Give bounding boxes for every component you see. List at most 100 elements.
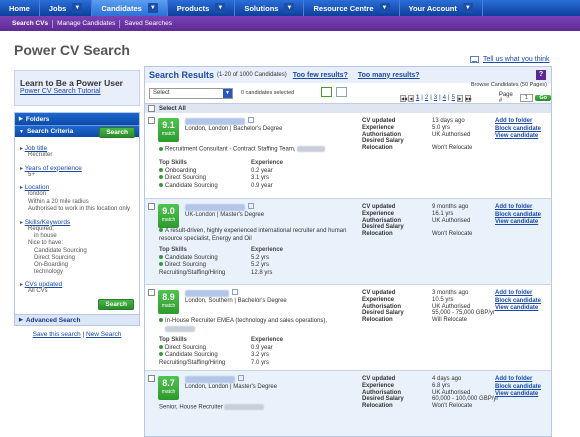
go-button[interactable]: Go [535,95,551,101]
last-page-icon[interactable]: ▶▶ [464,94,472,102]
tutorial-link[interactable]: Power CV Search Tutorial [20,88,101,95]
add-to-folder-link[interactable]: Add to folder [495,118,541,126]
page-number-label: Page # [498,92,513,104]
candidate-row: 8.7 match London, London | Master's Degre… [145,371,551,436]
nav-tab-resource-centre[interactable]: Resource Centre ▼ [304,0,400,16]
candidate-checkbox[interactable] [148,117,155,124]
too-many-link[interactable]: Too many results? [358,72,420,79]
criteria-job-title: ▸ Job title Recruiter [20,145,53,158]
block-candidate-link[interactable]: Block candidate [495,126,541,134]
chevron-down-icon[interactable]: ▼ [147,3,158,13]
chevron-down-icon[interactable]: ▼ [462,3,473,13]
chevron-down-icon[interactable]: ▼ [72,3,83,13]
external-link-icon[interactable] [232,289,238,295]
folders-header[interactable]: ▶ Folders [15,113,139,125]
page-link-5[interactable]: 5 [452,95,455,101]
candidate-name-redacted[interactable] [185,204,245,211]
too-few-link[interactable]: Too few results? [293,72,348,79]
candidate-actions: Add to folder Block candidate View candi… [495,376,541,399]
subnav-saved-searches[interactable]: Saved Searches [120,20,176,28]
candidate-meta: CV updated 4 days ago Experience 6.8 yrs A… [362,376,499,410]
next-page-icon[interactable]: ▶ [456,94,463,102]
block-candidate-link[interactable]: Block candidate [495,212,541,220]
bullet-icon [159,182,163,187]
add-to-folder-link[interactable]: Add to folder [495,376,541,384]
criteria-location: ▸ Location london Within a 20 mile radiu… [20,184,131,212]
nav-tab-home[interactable]: Home [0,0,40,16]
nav-tab-solutions[interactable]: Solutions ▼ [235,0,305,16]
candidate-summary: A result-driven, highly experienced inte… [159,228,347,242]
candidate-checkbox[interactable] [148,289,155,296]
candidate-checkbox[interactable] [148,203,155,210]
candidate-checkbox[interactable] [148,375,155,382]
match-score-badge: 8.7 match [158,376,179,400]
bullet-icon [159,254,163,259]
page-title: Power CV Search [14,42,130,58]
results-toolbar: Select ▼ 0 candidates selected Browse Can… [145,82,551,104]
search-button-top[interactable]: Search [99,127,135,138]
page-link-2[interactable]: 2 [425,95,428,101]
subnav-manage-candidates[interactable]: Manage Candidates [53,19,121,28]
new-search-link[interactable]: New Search [86,331,121,338]
job-title-link[interactable]: Job title [25,145,47,152]
first-page-icon[interactable]: ◀◀ [400,94,407,102]
save-search-link[interactable]: Save this search [33,331,81,338]
grid-view-icon[interactable] [336,87,347,97]
candidate-location: London, London | Bachelor's Degree [185,126,283,132]
external-link-icon[interactable] [248,117,254,123]
browse-label: Browse Candidates (50 Pages) [470,82,547,88]
block-candidate-link[interactable]: Block candidate [495,298,541,306]
nav-tab-candidates[interactable]: Candidates ▼ [92,0,168,16]
criteria-header[interactable]: ▼ Search Criteria Search [15,125,139,138]
chevron-down-icon[interactable]: ▼ [215,3,226,13]
add-to-folder-link[interactable]: Add to folder [495,290,541,298]
candidate-name-redacted[interactable] [185,290,229,297]
bullet-icon [159,352,163,356]
page-link-3[interactable]: 3 [434,95,437,101]
select-all-checkbox[interactable] [148,105,155,112]
nav-tab-jobs[interactable]: Jobs ▼ [40,0,93,16]
candidate-meta: CV updated 9 months ago Experience 16.1 yr… [362,204,473,238]
external-link-icon[interactable] [248,203,254,209]
redacted-text [165,325,195,332]
view-candidate-link[interactable]: View candidate [495,219,541,227]
view-candidate-link[interactable]: View candidate [495,391,541,399]
bulk-action-select[interactable]: Select ▼ [149,87,233,99]
cvs-updated-link[interactable]: CVs updated [25,281,63,288]
bullet-icon [159,262,163,266]
criteria-skills: ▸ Skills/Keywords Required: in house Nic… [20,218,87,275]
skills-link[interactable]: Skills/Keywords [25,219,71,226]
bullet-icon [159,344,163,349]
tell-us-link[interactable]: Tell us what you think [483,56,550,63]
bullet-icon [159,175,163,179]
results-header: Search Results (1-20 of 1000 Candidates)… [145,67,551,83]
redacted-text [224,404,265,410]
help-icon[interactable]: ? [536,70,546,80]
add-to-folder-link[interactable]: Add to folder [495,204,541,212]
candidate-row: 9.0 match UK-London | Master's Degree A r… [145,199,551,285]
nav-tab-products[interactable]: Products ▼ [168,0,236,16]
view-candidate-link[interactable]: View candidate [495,305,541,313]
page-link-1[interactable]: 1 [416,95,419,101]
prev-page-icon[interactable]: ◀ [408,94,414,102]
criteria-cvs-updated: ▸ CVs updated All CVs [20,280,63,294]
search-button-bottom[interactable]: Search [98,299,134,310]
power-user-box: Learn to Be a Power User Power CV Search… [14,70,140,106]
view-candidate-link[interactable]: View candidate [495,133,541,141]
experience-link[interactable]: Years of experience [25,165,82,172]
candidate-name-redacted[interactable] [185,118,245,125]
nav-tab-your-account[interactable]: Your Account ▼ [400,0,483,16]
bullet-icon [159,146,163,151]
chevron-down-icon[interactable]: ▼ [284,3,295,13]
subnav-search-cvs[interactable]: Search CVs [8,19,54,28]
list-view-icon[interactable] [321,87,332,97]
candidate-name-redacted[interactable] [185,376,235,383]
chevron-down-icon[interactable]: ▼ [379,3,390,13]
location-link[interactable]: Location [25,184,50,191]
advanced-search-toggle[interactable]: ▶ Advanced Search [15,314,139,325]
page-link-4[interactable]: 4 [443,95,446,101]
page-number-input[interactable]: 1 [519,94,534,102]
bullet-icon [159,318,163,322]
external-link-icon[interactable] [238,375,244,381]
block-candidate-link[interactable]: Block candidate [495,384,541,392]
